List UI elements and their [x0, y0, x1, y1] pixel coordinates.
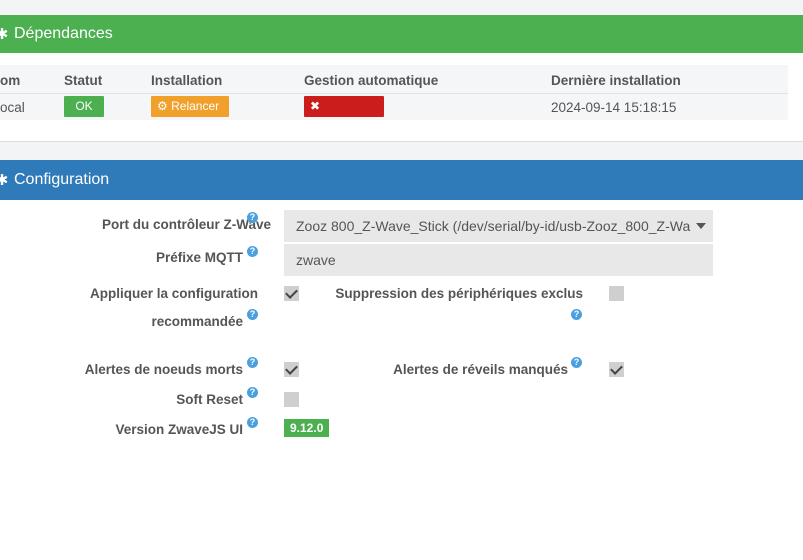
column-status: Statut	[64, 73, 103, 88]
mqtt-prefix-value: zwave	[296, 252, 336, 268]
dead-node-alerts-label: Alertes de noeuds morts	[84, 362, 243, 377]
dependencies-title: Dépendances	[14, 25, 113, 42]
status-badge: OK	[64, 96, 104, 117]
missed-wakeup-alerts-label: Alertes de réveils manqués	[393, 362, 568, 377]
column-installation: Installation	[151, 73, 223, 88]
deactivate-label: Désactiver	[310, 120, 367, 134]
configuration-title: Configuration	[14, 171, 110, 188]
help-icon[interactable]: ?	[247, 212, 258, 223]
zwavejs-version-badge: 9.12.0	[284, 419, 330, 437]
mqtt-label: Préfixe MQTT	[155, 250, 243, 265]
dead-node-alerts-checkbox[interactable]	[284, 362, 299, 377]
relaunch-button[interactable]: ⚙ Relancer	[151, 96, 229, 117]
configuration-panel: ✱ Configuration Port du contrôleur Z-Wav…	[0, 160, 803, 560]
relaunch-label: Relancer	[171, 99, 220, 113]
port-select[interactable]: Zooz 800_Z-Wave_Stick (/dev/serial/by-id…	[284, 210, 713, 242]
dependencies-panel: ✱ Dépendances om Statut Installation Ges…	[0, 15, 803, 142]
soft-reset-checkbox[interactable]	[284, 392, 299, 407]
mqtt-prefix-input[interactable]: zwave	[284, 244, 713, 276]
last-install-date: 2024-09-14 15:18:15	[551, 100, 677, 115]
help-icon[interactable]: ?	[247, 417, 258, 428]
help-icon[interactable]: ?	[247, 309, 258, 320]
apply-config-label-line1: Appliquer la configuration	[90, 286, 258, 301]
column-auto-management: Gestion automatique	[304, 73, 439, 88]
gear-icon: ✱	[0, 26, 9, 43]
remove-excluded-checkbox[interactable]	[609, 286, 624, 301]
apply-config-checkbox[interactable]	[284, 286, 299, 301]
help-icon[interactable]: ?	[247, 357, 258, 368]
remove-excluded-label: Suppression des périphériques exclus	[335, 286, 583, 301]
port-select-value: Zooz 800_Z-Wave_Stick (/dev/serial/by-id…	[296, 218, 691, 234]
dependency-name: ocal	[0, 100, 25, 115]
port-label: Port du contrôleur Z-Wave	[101, 217, 271, 232]
bicycle-icon: ⚙	[157, 99, 168, 113]
apply-config-label-line2: recommandée	[151, 314, 243, 329]
caret-down-icon	[696, 223, 706, 229]
zwavejs-version-label: Version ZwaveJS UI	[115, 422, 243, 437]
help-icon[interactable]: ?	[247, 246, 258, 257]
dependencies-table: om Statut Installation Gestion automatiq…	[0, 65, 788, 134]
help-icon[interactable]: ?	[571, 357, 582, 368]
help-icon[interactable]: ?	[247, 387, 258, 398]
deactivate-button[interactable]: ✖ Désactiver	[304, 96, 384, 134]
close-icon: ✖	[310, 99, 321, 113]
dependencies-header: ✱ Dépendances	[0, 15, 803, 53]
column-last-install: Dernière installation	[551, 73, 681, 88]
column-name: om	[0, 73, 21, 88]
configuration-header: ✱ Configuration	[0, 160, 803, 200]
soft-reset-label: Soft Reset	[176, 392, 243, 407]
row-divider	[0, 93, 788, 94]
missed-wakeup-alerts-checkbox[interactable]	[609, 362, 624, 377]
cogs-icon: ✱	[0, 172, 9, 189]
help-icon[interactable]: ?	[571, 309, 582, 320]
